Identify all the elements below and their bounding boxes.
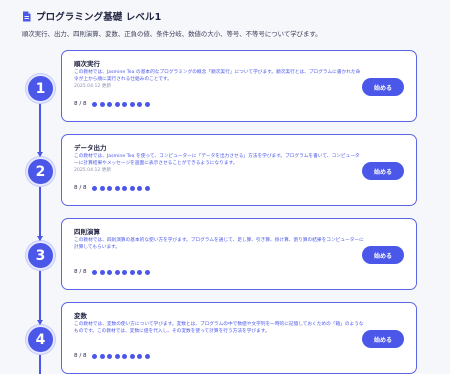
lesson-progress: 8 / 8 [74,101,150,107]
progress-dot [129,101,135,107]
progress-dot [144,353,150,359]
progress-dot [92,101,98,107]
progress-dot [122,353,128,359]
progress-dot [107,269,113,275]
lesson-updated-date: 2025.04.12 更新 [74,84,111,89]
progress-dot [99,101,105,107]
lesson-description: この教材では、四則演算の基本的な使い方を学びます。プログラムを通じて、足し算、引… [74,238,364,251]
progress-dot [107,353,113,359]
progress-count: 8 / 8 [74,353,87,359]
lesson-updated-date: 2025.04.12 更新 [74,168,111,173]
lesson-title: 変数 [74,312,87,320]
progress-dot [129,269,135,275]
progress-dot [122,269,128,275]
progress-dot [92,353,98,359]
progress-dot [137,269,143,275]
lesson-description: この教材では、Jasmine Tea の基本的なプログラミングの概念「順次実行」… [74,70,361,83]
progress-dot [99,185,105,191]
step-number-badge: 3 [26,241,55,270]
start-lesson-button[interactable]: 始める [362,246,404,264]
lesson-title: データ出力 [74,144,107,152]
progress-dot [129,353,135,359]
progress-dot [122,101,128,107]
start-lesson-button[interactable]: 始める [362,162,404,180]
step-number-badge: 4 [26,325,55,354]
progress-dot [122,185,128,191]
page-header: プログラミング基礎 レベル1 [22,8,442,24]
progress-dot [92,185,98,191]
document-icon [23,11,31,21]
progress-dot [99,353,105,359]
progress-dot [107,101,113,107]
lesson-description: この教材では、Jasmine Tea を使って、コンピューターに「データを出力さ… [74,154,360,167]
progress-dot [114,269,120,275]
progress-dot [144,101,150,107]
lesson-progress: 8 / 8 [74,185,150,191]
lesson-card: 順次実行この教材では、Jasmine Tea の基本的なプログラミングの概念「順… [61,50,417,122]
timeline-arrow [37,236,43,241]
lesson-progress: 8 / 8 [74,269,150,275]
step-number-badge: 1 [26,74,55,103]
progress-dot [114,185,120,191]
lesson-description: この教材では、変数の使い方について学びます。変数とは、プログラムの中で数値や文字… [74,322,364,335]
timeline-arrow [37,320,43,325]
progress-count: 8 / 8 [74,101,87,107]
lesson-card: 変数この教材では、変数の使い方について学びます。変数とは、プログラムの中で数値や… [61,302,417,374]
start-lesson-button[interactable]: 始める [362,78,404,96]
page-subtitle: 順次実行、出力、四則演算、変数、正負の値、条件分岐、数値の大小、等号、不等号につ… [22,30,322,38]
progress-dot [144,269,150,275]
lesson-title: 四則演算 [74,228,100,236]
progress-dot [129,185,135,191]
progress-count: 8 / 8 [74,185,87,191]
page-title: プログラミング基礎 レベル1 [36,12,162,23]
progress-dot [137,353,143,359]
progress-dot [99,269,105,275]
lesson-card: データ出力この教材では、Jasmine Tea を使って、コンピューターに「デー… [61,134,417,206]
progress-dot [137,101,143,107]
lesson-progress: 8 / 8 [74,353,150,359]
progress-dot [114,353,120,359]
progress-count: 8 / 8 [74,269,87,275]
progress-dot [137,185,143,191]
step-number-badge: 2 [26,157,55,186]
lesson-card: 四則演算この教材では、四則演算の基本的な使い方を学びます。プログラムを通じて、足… [61,218,417,290]
timeline-arrow [37,152,43,157]
progress-dot [114,101,120,107]
lesson-title: 順次実行 [74,60,100,68]
start-lesson-button[interactable]: 始める [362,330,404,348]
progress-dot [107,185,113,191]
progress-dot [92,269,98,275]
progress-dot [144,185,150,191]
